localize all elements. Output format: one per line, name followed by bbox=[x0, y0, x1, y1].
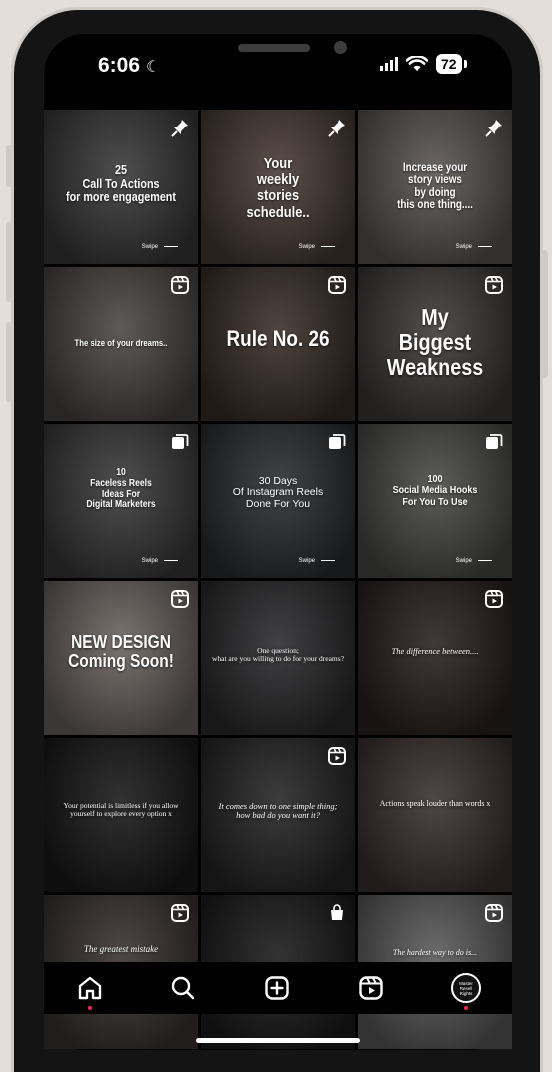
shop-icon bbox=[327, 903, 347, 923]
post-caption: NEW DESIGN Coming Soon! bbox=[68, 632, 174, 672]
grid-post[interactable]: 10 Faceless Reels Ideas For Digital Mark… bbox=[44, 424, 198, 578]
volume-down-button bbox=[6, 322, 12, 402]
bottom-tab-bar: Master Resell Rights bbox=[44, 962, 512, 1014]
volume-up-button bbox=[6, 222, 12, 302]
post-caption: 30 Days Of Instagram Reels Done For You bbox=[232, 475, 324, 510]
grid-post[interactable]: My Biggest Weakness bbox=[358, 267, 512, 421]
swipe-hint: Swipe bbox=[456, 558, 492, 564]
post-caption: Actions speak louder than words x bbox=[379, 799, 491, 808]
notch bbox=[144, 34, 412, 72]
post-caption: My Biggest Weakness bbox=[386, 304, 484, 380]
home-notification-dot bbox=[88, 1006, 92, 1010]
status-time: 6:06 bbox=[98, 54, 141, 77]
battery-level: 72 bbox=[436, 54, 462, 74]
grid-post[interactable]: The size of your dreams.. bbox=[44, 267, 198, 421]
carousel-icon bbox=[170, 432, 190, 452]
pin-icon bbox=[484, 118, 504, 138]
grid-post[interactable]: Actions speak louder than words x bbox=[358, 738, 512, 892]
reels-icon bbox=[170, 589, 190, 609]
home-icon bbox=[78, 976, 102, 1000]
power-button bbox=[542, 250, 548, 378]
tab-search[interactable] bbox=[163, 966, 203, 1010]
post-caption: Rule No. 26 bbox=[226, 326, 330, 351]
pin-icon bbox=[327, 118, 347, 138]
grid-post[interactable]: Increase your story views by doing this … bbox=[358, 110, 512, 264]
grid-post[interactable]: NEW DESIGN Coming Soon! bbox=[44, 581, 198, 735]
swipe-hint: Swipe bbox=[299, 558, 335, 564]
grid-post[interactable]: It comes down to one simple thing; how b… bbox=[201, 738, 355, 892]
post-caption: Your weekly stories schedule.. bbox=[246, 155, 310, 221]
profile-avatar: Master Resell Rights bbox=[451, 973, 481, 1003]
grid-post[interactable]: 25 Call To Actions for more engagement Sw… bbox=[44, 110, 198, 264]
grid-post[interactable]: Your potential is limitless if you allow… bbox=[44, 738, 198, 892]
post-caption: The hardest way to do is... bbox=[392, 948, 478, 957]
post-caption: 25 Call To Actions for more engagement bbox=[66, 163, 176, 204]
tab-home[interactable] bbox=[70, 966, 110, 1010]
battery-tip bbox=[463, 60, 467, 68]
tab-create[interactable] bbox=[257, 966, 297, 1010]
post-thumbnail bbox=[358, 738, 512, 892]
pin-icon bbox=[170, 118, 190, 138]
reels-icon bbox=[484, 275, 504, 295]
post-caption: The greatest mistake bbox=[83, 944, 159, 954]
carousel-icon bbox=[484, 432, 504, 452]
post-caption: The difference between.... bbox=[391, 646, 479, 656]
post-caption: The size of your dreams.. bbox=[74, 338, 168, 348]
cellular-signal-icon bbox=[380, 57, 398, 71]
grid-post[interactable]: Your weekly stories schedule.. Swipe bbox=[201, 110, 355, 264]
swipe-hint: Swipe bbox=[299, 244, 335, 250]
swipe-hint: Swipe bbox=[142, 244, 178, 250]
tab-profile[interactable]: Master Resell Rights bbox=[446, 966, 486, 1010]
focus-moon-icon: ☾ bbox=[146, 59, 161, 76]
profile-notification-dot bbox=[464, 1006, 468, 1010]
post-caption: It comes down to one simple thing; how b… bbox=[218, 801, 338, 821]
status-indicators: 72 bbox=[380, 53, 467, 75]
speaker bbox=[238, 44, 310, 52]
grid-post[interactable]: 30 Days Of Instagram Reels Done For You S… bbox=[201, 424, 355, 578]
wifi-icon bbox=[406, 56, 428, 71]
grid-post[interactable]: The difference between.... bbox=[358, 581, 512, 735]
swipe-hint: Swipe bbox=[456, 244, 492, 250]
swipe-hint: Swipe bbox=[142, 558, 178, 564]
grid-post[interactable]: 100 Social Media Hooks For You To Use Swi… bbox=[358, 424, 512, 578]
post-caption: Your potential is limitless if you allow… bbox=[63, 801, 179, 819]
create-icon bbox=[265, 976, 289, 1000]
post-caption: 10 Faceless Reels Ideas For Digital Mark… bbox=[86, 467, 156, 511]
tab-reels[interactable] bbox=[351, 966, 391, 1010]
post-caption: One question; what are you willing to do… bbox=[211, 646, 345, 664]
post-caption: Increase your story views by doing this … bbox=[397, 162, 473, 212]
post-grid: 25 Call To Actions for more engagement Sw… bbox=[44, 110, 512, 1049]
search-icon bbox=[171, 976, 195, 1000]
reels-icon bbox=[484, 589, 504, 609]
home-indicator bbox=[196, 1038, 360, 1043]
reels-icon bbox=[327, 746, 347, 766]
reels-icon bbox=[359, 976, 383, 1000]
post-caption: 100 Social Media Hooks For You To Use bbox=[392, 473, 478, 508]
grid-post[interactable]: One question; what are you willing to do… bbox=[201, 581, 355, 735]
mute-switch bbox=[6, 145, 12, 187]
front-camera bbox=[334, 41, 347, 54]
reels-icon bbox=[327, 275, 347, 295]
reels-icon bbox=[484, 903, 504, 923]
reels-icon bbox=[170, 275, 190, 295]
reels-icon bbox=[170, 903, 190, 923]
grid-post[interactable]: Rule No. 26 bbox=[201, 267, 355, 421]
carousel-icon bbox=[327, 432, 347, 452]
